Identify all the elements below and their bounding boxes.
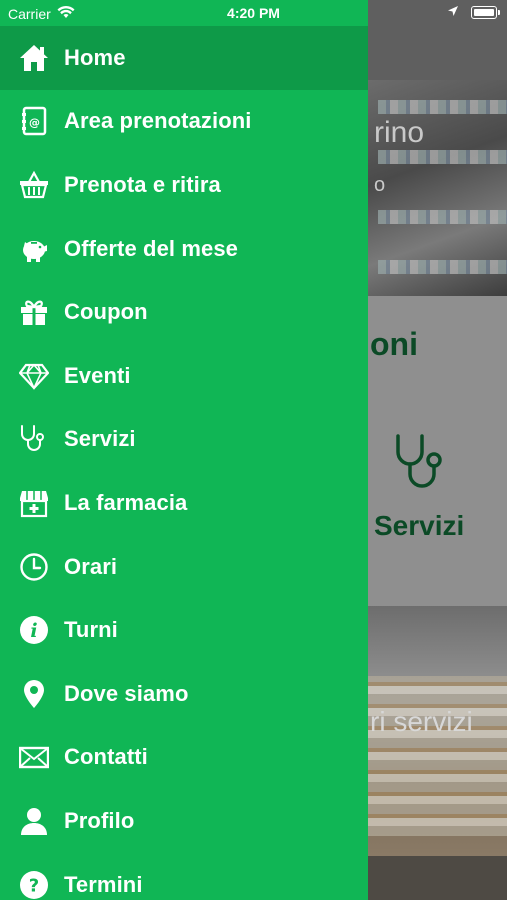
menu-label: Offerte del mese [64, 235, 239, 261]
gift-icon [19, 297, 49, 327]
status-time: 4:20 PM [227, 5, 280, 21]
question-icon: ? [19, 870, 49, 900]
map-pin-icon [19, 679, 49, 709]
menu-item-termini[interactable]: ? Termini [0, 853, 368, 900]
user-icon [19, 806, 49, 836]
menu-item-offerte-del-mese[interactable]: Offerte del mese [0, 217, 368, 281]
menu-label: Dove siamo [64, 680, 189, 706]
stethoscope-icon [390, 432, 456, 499]
background-card-other-services[interactable]: ri servizi [368, 606, 507, 856]
menu-item-orari[interactable]: Orari [0, 535, 368, 599]
menu-label: Termini [64, 871, 143, 897]
menu-item-profilo[interactable]: Profilo [0, 789, 368, 853]
card-title: oni [370, 326, 418, 362]
svg-text:?: ? [29, 875, 39, 896]
menu-item-turni[interactable]: i Turni [0, 598, 368, 662]
menu-item-home[interactable]: Home [0, 26, 368, 90]
envelope-icon [19, 742, 49, 772]
card-title: rino [374, 116, 425, 149]
shelf-decoration [378, 150, 507, 164]
basket-icon [19, 170, 49, 200]
info-icon: i [19, 615, 49, 645]
menu-label: Area prenotazioni [64, 108, 252, 134]
card-subtitle: o [374, 174, 386, 196]
menu-label: Coupon [64, 299, 148, 325]
shelf-decoration [378, 210, 507, 224]
menu-item-contatti[interactable]: Contatti [0, 726, 368, 790]
navigation-drawer: Home @ Area prenotazioni Prenota e ritir… [0, 0, 368, 900]
address-book-icon: @ [19, 106, 49, 136]
pills-photo [368, 676, 507, 836]
menu-item-la-farmacia[interactable]: La farmacia [0, 471, 368, 535]
shelf-decoration [378, 260, 507, 274]
pharmacy-store-icon [19, 488, 49, 518]
svg-text:i: i [30, 620, 37, 642]
card-label: ri servizi [370, 706, 473, 737]
menu-label: Contatti [64, 744, 148, 770]
menu-label: La farmacia [64, 489, 188, 515]
home-icon [19, 43, 49, 73]
drawer-menu: Home @ Area prenotazioni Prenota e ritir… [0, 26, 368, 900]
piggy-bank-icon [19, 234, 49, 264]
menu-item-prenota-e-ritira[interactable]: Prenota e ritira [0, 153, 368, 217]
menu-item-eventi[interactable]: Eventi [0, 344, 368, 408]
status-bar: Carrier 4:20 PM [0, 0, 507, 26]
background-card-promo[interactable]: rino o [368, 80, 507, 296]
menu-label: Home [64, 44, 126, 70]
menu-label: Prenota e ritira [64, 171, 221, 197]
clock-icon [19, 552, 49, 582]
shelf-decoration [378, 100, 507, 114]
menu-label: Eventi [64, 362, 131, 388]
menu-label: Orari [64, 553, 118, 579]
diamond-icon [19, 361, 49, 391]
stethoscope-icon [19, 424, 49, 454]
menu-label: Turni [64, 617, 118, 643]
status-indicators [447, 4, 500, 20]
menu-label: Profilo [64, 807, 135, 833]
svg-text:@: @ [29, 116, 40, 129]
menu-item-area-prenotazioni[interactable]: @ Area prenotazioni [0, 90, 368, 154]
card-label: Servizi [374, 510, 465, 541]
background-card-services[interactable]: oni Servizi [368, 296, 507, 606]
menu-item-coupon[interactable]: Coupon [0, 280, 368, 344]
location-arrow-icon [447, 4, 459, 20]
menu-item-servizi[interactable]: Servizi [0, 408, 368, 472]
background-footer [368, 856, 507, 900]
menu-item-dove-siamo[interactable]: Dove siamo [0, 662, 368, 726]
menu-label: Servizi [64, 426, 136, 452]
battery-icon [471, 5, 500, 19]
